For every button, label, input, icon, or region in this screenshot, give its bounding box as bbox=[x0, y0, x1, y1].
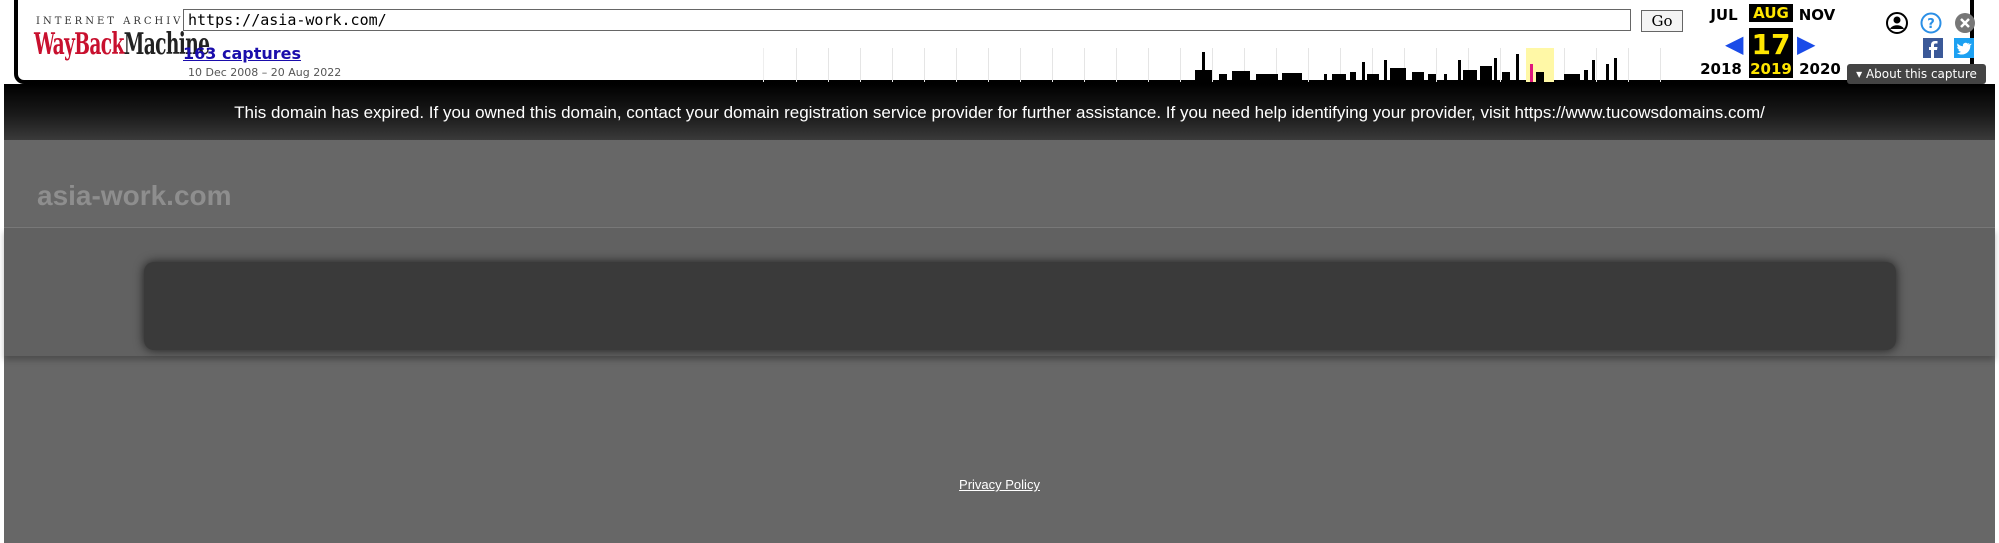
spark-year-col bbox=[1052, 48, 1085, 82]
svg-text:?: ? bbox=[1927, 17, 1935, 32]
spark-year-col bbox=[796, 48, 829, 82]
capture-bar bbox=[1606, 64, 1609, 82]
capture-bar bbox=[1324, 74, 1327, 82]
go-button[interactable]: Go bbox=[1641, 10, 1683, 32]
capture-bar bbox=[1458, 60, 1461, 82]
twitter-icon[interactable] bbox=[1954, 38, 1974, 58]
capture-sparkline[interactable] bbox=[763, 48, 1664, 82]
privacy-policy-link[interactable]: Privacy Policy bbox=[4, 477, 1995, 492]
site-title: asia-work.com bbox=[37, 180, 232, 211]
next-month-link[interactable]: NOV bbox=[1797, 6, 1837, 24]
capture-bar bbox=[1536, 72, 1544, 82]
capture-bar bbox=[1195, 70, 1212, 82]
banner-message: This domain has expired. If you owned th… bbox=[234, 103, 1765, 122]
expired-domain-banner: This domain has expired. If you owned th… bbox=[4, 84, 1995, 140]
capture-bar bbox=[1256, 74, 1278, 82]
spark-year-col bbox=[1116, 48, 1149, 82]
spark-year-col bbox=[828, 48, 861, 82]
prev-capture-arrow-icon[interactable]: ◀ bbox=[1725, 31, 1743, 59]
current-day: 17 bbox=[1749, 28, 1793, 62]
next-capture-arrow-icon[interactable]: ▶ bbox=[1797, 31, 1815, 59]
capture-bar bbox=[1480, 66, 1492, 82]
parked-page: asia-work.com Privacy Policy bbox=[4, 140, 1995, 543]
capture-bar-current bbox=[1530, 64, 1533, 82]
capture-bar bbox=[1384, 60, 1387, 82]
current-month: AUG bbox=[1749, 4, 1793, 22]
capture-bar bbox=[1332, 74, 1346, 82]
capture-bar bbox=[1564, 74, 1580, 82]
url-input[interactable]: https://asia-work.com/ bbox=[183, 9, 1631, 31]
spark-year-col bbox=[860, 48, 893, 82]
close-icon[interactable] bbox=[1954, 12, 1976, 34]
capture-bar bbox=[1592, 60, 1595, 82]
help-icon[interactable]: ? bbox=[1920, 12, 1942, 34]
capture-bar bbox=[1362, 62, 1365, 82]
spark-year-col bbox=[1596, 48, 1629, 82]
spark-year-col bbox=[924, 48, 957, 82]
prev-month-link[interactable]: JUL bbox=[1706, 6, 1742, 24]
internet-archive-label: INTERNET ARCHIVE bbox=[36, 16, 194, 27]
account-icon[interactable] bbox=[1886, 12, 1908, 34]
spark-year-col bbox=[988, 48, 1021, 82]
spark-year-col bbox=[956, 48, 989, 82]
capture-bar bbox=[1428, 74, 1436, 82]
capture-bar bbox=[1502, 72, 1510, 82]
spark-year-col bbox=[1084, 48, 1117, 82]
captures-link[interactable]: 163 captures bbox=[183, 44, 301, 63]
capture-bar bbox=[1390, 68, 1406, 82]
next-year-link[interactable]: 2020 bbox=[1797, 60, 1843, 78]
logo-way: WayBack bbox=[34, 27, 124, 62]
prev-year-link[interactable]: 2018 bbox=[1698, 60, 1744, 78]
about-capture-button[interactable]: ▾ About this capture bbox=[1847, 64, 1986, 84]
spark-year-col bbox=[1628, 48, 1661, 82]
wayback-toolbar: INTERNET ARCHIVE WayBackMachine https://… bbox=[14, 0, 1986, 84]
capture-bar bbox=[1350, 72, 1356, 82]
capture-bar bbox=[1444, 74, 1447, 82]
capture-bar bbox=[1463, 70, 1477, 82]
spark-year-col bbox=[892, 48, 925, 82]
capture-bar bbox=[1516, 54, 1519, 82]
capture-bar bbox=[1232, 71, 1250, 82]
spark-year-col bbox=[764, 48, 797, 82]
content-box bbox=[144, 262, 1896, 350]
capture-bar bbox=[1412, 72, 1424, 82]
capture-bar bbox=[1282, 73, 1302, 82]
current-year: 2019 bbox=[1749, 60, 1793, 78]
capture-bar bbox=[1219, 74, 1227, 82]
capture-bar bbox=[1367, 74, 1379, 82]
capture-bar bbox=[1584, 70, 1588, 82]
spark-year-col bbox=[1020, 48, 1053, 82]
capture-bar bbox=[1614, 58, 1617, 82]
spark-year-col bbox=[1148, 48, 1181, 82]
capture-bar bbox=[1494, 58, 1497, 82]
capture-date-range: 10 Dec 2008 – 20 Aug 2022 bbox=[188, 66, 342, 79]
facebook-icon[interactable] bbox=[1923, 38, 1943, 58]
